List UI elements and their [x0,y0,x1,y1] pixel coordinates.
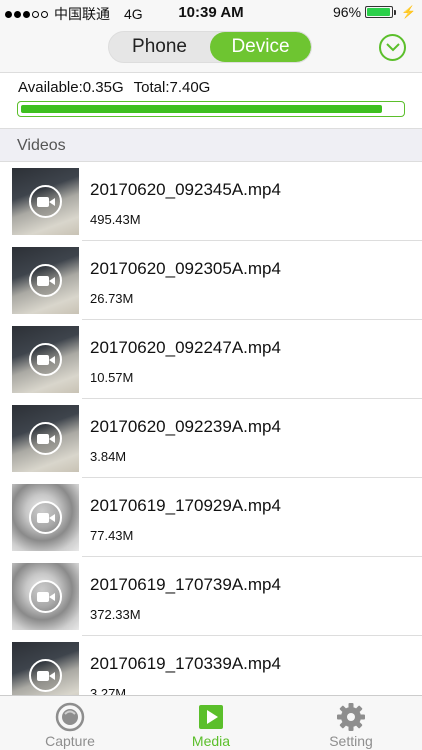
section-title: Videos [17,137,66,154]
battery-level-fill [367,8,391,16]
video-file-name: 20170620_092345A.mp4 [90,180,281,199]
video-file-size: 3.84M [90,449,127,464]
storage-info: Available:0.35G Total:7.40G [0,72,422,128]
tab-media[interactable]: Media [141,696,281,750]
list-item[interactable]: 20170620_092345A.mp4 495.43M [0,162,422,241]
battery-icon [365,6,397,18]
video-file-size: 495.43M [90,212,141,227]
status-bar-right: 96% ⚡ [333,4,416,20]
video-file-name: 20170619_170929A.mp4 [90,496,281,515]
list-item[interactable]: 20170619_170739A.mp4 372.33M [0,557,422,636]
header: Phone Device [0,24,422,72]
video-camera-icon [29,659,62,692]
video-file-size: 77.43M [90,528,134,543]
list-item[interactable]: 20170620_092247A.mp4 10.57M [0,320,422,399]
video-file-name: 20170620_092247A.mp4 [90,338,281,357]
storage-total: Total:7.40G [133,79,211,96]
video-file-size: 10.57M [90,370,134,385]
list-item[interactable]: 20170619_170339A.mp4 3.27M [0,636,422,695]
video-file-name: 20170619_170339A.mp4 [90,654,281,673]
tab-phone[interactable]: Phone [109,32,210,62]
chevron-down-circle-icon[interactable] [379,34,406,61]
tab-setting[interactable]: Setting [281,696,421,750]
tab-setting-label: Setting [329,733,373,749]
video-thumbnail [12,247,79,314]
tab-bar: Capture Media Setting [0,695,422,750]
source-segmented-control: Phone Device [108,31,312,63]
video-camera-icon [29,343,62,376]
list-item[interactable]: 20170620_092239A.mp4 3.84M [0,399,422,478]
tab-capture[interactable]: Capture [0,696,140,750]
camera-lens-icon [55,702,85,732]
video-file-size: 372.33M [90,607,141,622]
video-camera-icon [29,501,62,534]
section-header: Videos [0,128,422,162]
video-file-name: 20170620_092305A.mp4 [90,259,281,278]
storage-progress-fill [21,105,382,113]
list-item[interactable]: 20170619_170929A.mp4 77.43M [0,478,422,557]
gear-icon [337,703,365,731]
video-file-size: 3.27M [90,686,127,695]
status-bar: 中国联通 4G 10:39 AM 96% ⚡ [0,0,422,24]
video-camera-icon [29,185,62,218]
tab-media-label: Media [191,733,231,749]
video-file-name: 20170620_092239A.mp4 [90,417,281,436]
charging-icon: ⚡ [401,5,416,19]
tab-device[interactable]: Device [210,32,311,62]
storage-available: Available:0.35G [18,79,124,96]
storage-progress-bar [17,101,405,117]
battery-percent: 96% [333,4,362,20]
video-camera-icon [29,264,62,297]
video-thumbnail [12,484,79,551]
tab-capture-label: Capture [45,733,95,749]
video-file-size: 26.73M [90,291,134,306]
video-camera-icon [29,580,62,613]
video-thumbnail [12,563,79,630]
video-camera-icon [29,422,62,455]
play-icon [199,705,223,729]
video-thumbnail [12,642,79,695]
video-list[interactable]: 20170620_092345A.mp4 495.43M 20170620_0923… [0,162,422,695]
video-thumbnail [12,326,79,393]
video-file-name: 20170619_170739A.mp4 [90,575,281,594]
video-thumbnail [12,405,79,472]
list-item[interactable]: 20170620_092305A.mp4 26.73M [0,241,422,320]
video-thumbnail [12,168,79,235]
